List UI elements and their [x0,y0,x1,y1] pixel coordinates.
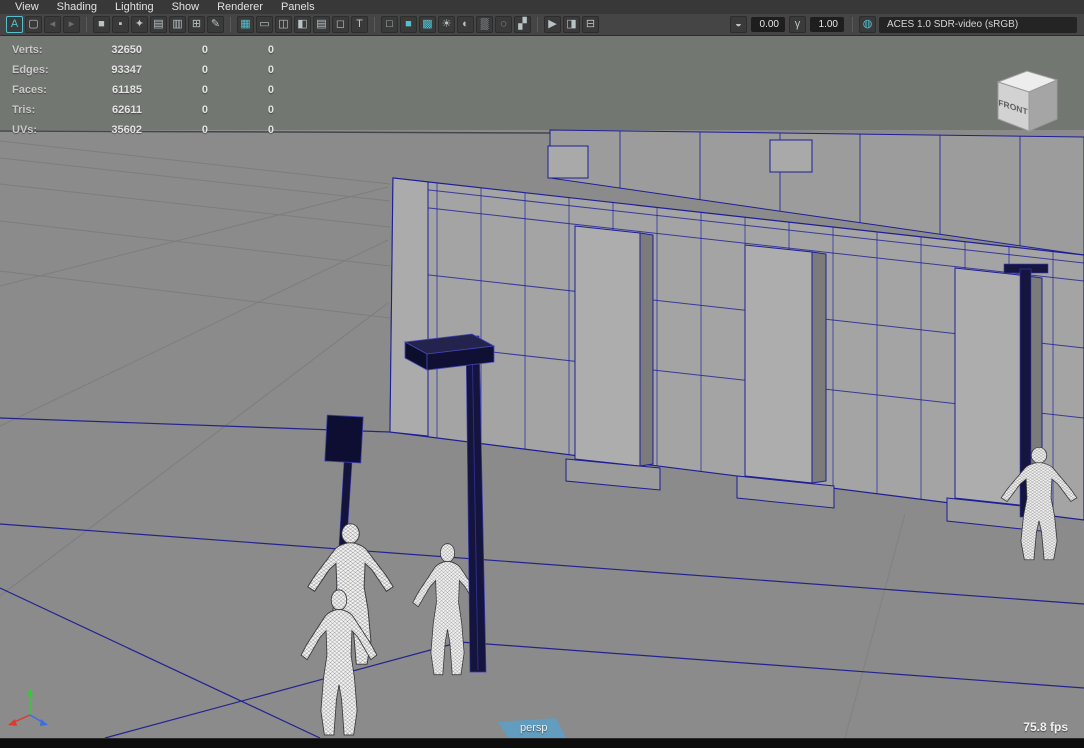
toolbar-separator [86,17,87,32]
hud-value: 0 [267,44,274,56]
menu-lighting[interactable]: Lighting [106,1,163,13]
lock-camera-icon[interactable]: ▪ [112,16,129,33]
film-gate-icon[interactable]: ▭ [256,16,273,33]
hud-value: 35602 [111,124,142,136]
menu-show[interactable]: Show [163,1,209,13]
shadows-icon[interactable]: ◐ [457,16,474,33]
smooth-shade-icon[interactable]: ■ [400,16,417,33]
safe-title-icon[interactable]: T [351,16,368,33]
xray-icon[interactable]: ◨ [563,16,580,33]
resolution-gate-icon[interactable]: ◫ [275,16,292,33]
camera-redo-icon[interactable]: ▸ [63,16,80,33]
hud-value: 0 [267,64,274,76]
menu-renderer[interactable]: Renderer [208,1,272,13]
pan-zoom-2d-icon[interactable]: ⊞ [188,16,205,33]
viewport-scene[interactable]: FRONT [0,36,1084,738]
hud-label: Faces: [12,84,47,96]
lights-icon[interactable]: ☀ [438,16,455,33]
hud-value: 0 [201,64,208,76]
hud-value: 32650 [111,44,142,56]
hud-value: 0 [267,104,274,116]
camera-undo-icon[interactable]: ◂ [44,16,61,33]
panel-menubar: View Shading Lighting Show Renderer Pane… [0,0,1084,14]
isolate-select-icon[interactable]: ▶ [544,16,561,33]
hud-value: 0 [201,84,208,96]
anti-alias-icon[interactable]: ▞ [514,16,531,33]
wireframe-icon[interactable]: □ [381,16,398,33]
toolbar-separator [374,17,375,32]
panel-toolbar: A ▢ ◂ ▸ ■ ▪ ✦ ▤ ▥ ⊞ ✎ ▦ ▭ ◫ ◧ ▤ ◻ T □ ■ … [0,14,1084,36]
hud-value: 93347 [111,64,142,76]
image-plane-icon[interactable]: ▥ [169,16,186,33]
exposure-field[interactable]: 0.00 [751,17,785,32]
viewport-3d[interactable]: FRONT Verts: 32650 0 0 Edges: 93347 0 0 [0,36,1084,738]
motion-blur-icon[interactable]: ◌ [495,16,512,33]
camera-icon[interactable]: ■ [93,16,110,33]
menu-view[interactable]: View [6,1,48,13]
poly-count-hud: Verts: 32650 0 0 Edges: 93347 0 0 Faces:… [12,40,274,140]
hud-value: 62611 [112,104,142,116]
hud-label: Tris: [12,104,36,116]
menu-shading[interactable]: Shading [48,1,106,13]
grease-pencil-icon[interactable]: ✎ [207,16,224,33]
bottom-strip [0,738,1084,748]
selection-highlight-icon[interactable]: ▢ [25,16,42,33]
hud-value: 0 [201,124,208,136]
hud-value: 0 [201,104,208,116]
xray-joints-icon[interactable]: ⊟ [582,16,599,33]
field-chart-icon[interactable]: ▤ [313,16,330,33]
select-camera-icon[interactable]: A [6,16,23,33]
maya-viewport-panel: View Shading Lighting Show Renderer Pane… [0,0,1084,748]
hud-value: 0 [201,44,208,56]
gate-mask-icon[interactable]: ◧ [294,16,311,33]
view-cube[interactable]: FRONT [996,70,1059,132]
fps-counter: 75.8 fps [1023,720,1068,734]
camera-attributes-icon[interactable]: ✦ [131,16,148,33]
safe-action-icon[interactable]: ◻ [332,16,349,33]
grid-icon[interactable]: ▦ [237,16,254,33]
hud-value: 61185 [112,84,142,96]
menu-panels[interactable]: Panels [272,1,324,13]
hud-value: 0 [267,124,274,136]
toolbar-separator [230,17,231,32]
view-transform-select[interactable]: ACES 1.0 SDR-video (sRGB) [879,16,1077,33]
gamma-field[interactable]: 1.00 [810,17,844,32]
textured-icon[interactable]: ▩ [419,16,436,33]
ssao-icon[interactable]: ▒ [476,16,493,33]
display-settings-cluster: ◒ 0.00 γ 1.00 ◍ ACES 1.0 SDR-video (sRGB… [729,16,1079,33]
exposure-icon[interactable]: ◒ [730,16,747,33]
toolbar-separator [537,17,538,32]
toolbar-separator [852,17,853,32]
hud-label: Edges: [12,64,49,76]
hud-value: 0 [267,84,274,96]
hud-label: UVs: [12,124,38,136]
bookmarks-icon[interactable]: ▤ [150,16,167,33]
view-transform-icon[interactable]: ◍ [859,16,876,33]
hud-label: Verts: [12,44,43,56]
camera-name-label: persp [520,722,548,734]
gamma-icon[interactable]: γ [789,16,806,33]
